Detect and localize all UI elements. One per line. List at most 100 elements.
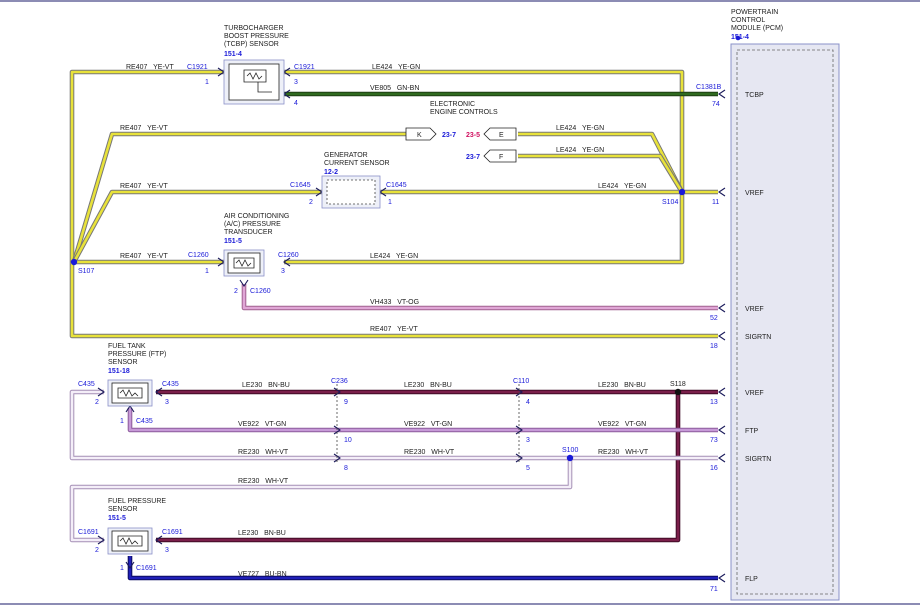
conn-c1381b: C1381B xyxy=(696,84,722,91)
wire-le424-tcbp xyxy=(284,69,685,265)
pcm-pin-name: VREF xyxy=(745,390,764,397)
wire-label: VE922 VT-GN xyxy=(598,421,646,428)
pcm-pin-name: SIGRTN xyxy=(745,334,771,341)
pcm-pin-num: 13 xyxy=(710,399,718,406)
pcm-pin-name: FLP xyxy=(745,576,758,583)
conn-c1921-a: C1921 xyxy=(187,64,208,71)
pin-ac-3: 3 xyxy=(281,268,285,275)
pin-fps-3: 3 xyxy=(165,547,169,554)
pin-ftp-1: 1 xyxy=(120,418,124,425)
conn-c236: C236 xyxy=(331,378,348,385)
pcm-pin-num: 18 xyxy=(710,343,718,350)
tcbp-title-2: BOOST PRESSURE xyxy=(224,33,289,40)
conn-c1691-a: C1691 xyxy=(78,529,99,536)
generator-current-sensor[interactable] xyxy=(321,175,381,209)
eec-title-2: ENGINE CONTROLS xyxy=(430,109,498,116)
pin-tcbp-3: 3 xyxy=(294,79,298,86)
f-letter: F xyxy=(499,154,503,161)
wire-label: VE805 GN-BN xyxy=(370,85,419,92)
wire-label: RE407 YE-VT xyxy=(120,125,168,132)
wire-label: RE230 WH-VT xyxy=(238,449,289,456)
pcm-pin-num: 52 xyxy=(710,315,718,322)
ftp-title-1: FUEL TANK xyxy=(108,343,146,350)
e-ref: 23-5 xyxy=(466,132,480,139)
component-arrows xyxy=(97,67,523,569)
wiring-diagram: POWERTRAIN CONTROL MODULE (PCM) 151-4 xyxy=(0,0,920,605)
wire-le230-fps xyxy=(156,392,681,543)
conn-c435-a: C435 xyxy=(78,381,95,388)
f-ref: 23-7 xyxy=(466,154,480,161)
wire-label: LE424 YE-GN xyxy=(372,64,420,71)
pin-ac-2: 2 xyxy=(234,288,238,295)
wire-label: LE424 YE-GN xyxy=(598,183,646,190)
splice-s104-dot[interactable] xyxy=(678,188,686,196)
conn-c1921-b: C1921 xyxy=(294,64,315,71)
ac-title-2: (A/C) PRESSURE xyxy=(224,221,281,228)
pcm-pin-num: 74 xyxy=(712,101,720,108)
splice-s100: S100 xyxy=(562,447,578,454)
fps-title-2: SENSOR xyxy=(108,506,138,513)
pcm-pin-name: VREF xyxy=(745,306,764,313)
wire-label: LE230 BN-BU xyxy=(242,382,290,389)
pin-c110-5: 5 xyxy=(526,465,530,472)
tcbp-sensor[interactable] xyxy=(223,59,285,105)
tcbp-ref: 151-4 xyxy=(224,51,242,58)
wire-ve727 xyxy=(127,556,718,581)
k-ref: 23-7 xyxy=(442,132,456,139)
pcm-pin-name: SIGRTN xyxy=(745,456,771,463)
wire-label: VE727 BU-BN xyxy=(238,571,287,578)
pcm-title-2: CONTROL xyxy=(731,17,765,24)
pin-c236-10: 10 xyxy=(344,437,352,444)
conn-c1260-b: C1260 xyxy=(278,252,299,259)
eec-title-1: ELECTRONIC xyxy=(430,101,475,108)
wire-labels: RE407 YE-VT RE407 YE-VT RE407 YE-VT RE40… xyxy=(120,64,649,578)
pin-c236-9: 9 xyxy=(344,399,348,406)
gen-title-1: GENERATOR xyxy=(324,152,368,159)
pin-tcbp-1: 1 xyxy=(205,79,209,86)
splice-s118: S118 xyxy=(670,381,686,388)
wire-label: VE922 VT-GN xyxy=(238,421,286,428)
fps-ref: 151-5 xyxy=(108,515,126,522)
wire-label: RE230 WH-VT xyxy=(238,478,289,485)
splice-s118-dot[interactable] xyxy=(674,388,682,396)
wire-label: RE407 YE-VT xyxy=(370,326,418,333)
ac-ref: 151-5 xyxy=(224,238,242,245)
ac-pressure-transducer[interactable] xyxy=(223,249,265,277)
splice-s107: S107 xyxy=(78,268,94,275)
wire-label: VH433 VT-OG xyxy=(370,299,419,306)
pin-c236-8: 8 xyxy=(344,465,348,472)
ac-title-3: TRANSDUCER xyxy=(224,229,273,236)
splice-s104: S104 xyxy=(662,199,678,206)
wire-label: RE230 WH-VT xyxy=(404,449,455,456)
conn-c1645-a: C1645 xyxy=(290,182,311,189)
wires xyxy=(69,69,718,581)
fuel-pressure-sensor[interactable] xyxy=(107,527,153,555)
pcm-pin-num: 16 xyxy=(710,465,718,472)
gen-title-2: CURRENT SENSOR xyxy=(324,160,390,167)
conn-c1260-c: C1260 xyxy=(250,288,271,295)
pcm-title-3: MODULE (PCM) xyxy=(731,25,783,32)
wire-label: LE230 BN-BU xyxy=(598,382,646,389)
ftp-sensor[interactable] xyxy=(107,379,153,407)
k-letter: K xyxy=(417,132,422,139)
wire-label: RE230 WH-VT xyxy=(598,449,649,456)
wire-label: LE424 YE-GN xyxy=(556,125,604,132)
pin-c110-3: 3 xyxy=(526,437,530,444)
pin-ftp-2: 2 xyxy=(95,399,99,406)
gen-ref: 12-2 xyxy=(324,169,338,176)
pin-ftp-3: 3 xyxy=(165,399,169,406)
pin-fps-2: 2 xyxy=(95,547,99,554)
wire-label: LE230 BN-BU xyxy=(238,530,286,537)
wire-re407-main xyxy=(69,69,718,339)
splice-s100-dot[interactable] xyxy=(566,454,574,462)
ac-title-1: AIR CONDITIONING xyxy=(224,213,289,220)
pin-c110-4: 4 xyxy=(526,399,530,406)
ftp-title-2: PRESSURE (FTP) xyxy=(108,351,166,358)
pin-tcbp-4: 4 xyxy=(294,100,298,107)
pin-gen-1: 1 xyxy=(388,199,392,206)
wire-label: RE407 YE-VT xyxy=(120,183,168,190)
splice-s107-dot[interactable] xyxy=(70,258,78,266)
pcm-title-1: POWERTRAIN xyxy=(731,9,778,16)
ftp-title-3: SENSOR xyxy=(108,359,138,366)
pin-fps-1: 1 xyxy=(120,565,124,572)
